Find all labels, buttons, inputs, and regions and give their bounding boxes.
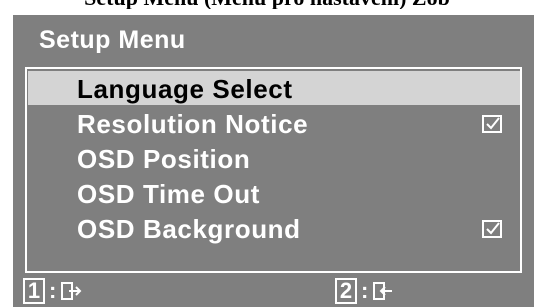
key-2-label: 2 — [335, 278, 357, 304]
osd-title: Setup Menu — [39, 26, 186, 54]
checkbox-icon[interactable] — [482, 220, 502, 238]
enter-icon — [373, 282, 393, 300]
menu-item-osd-background[interactable]: OSD Background — [28, 211, 520, 245]
osd-panel: Setup Menu Language Select Resolution No… — [13, 15, 534, 307]
menu-item-label: Resolution Notice — [77, 109, 309, 139]
footer-key-2[interactable]: 2 : — [335, 277, 394, 305]
key-separator: : — [361, 278, 369, 303]
document-header: Setup Menu (Menu pro nastavení) Zob — [0, 0, 534, 9]
menu-item-label: OSD Time Out — [77, 179, 260, 209]
menu-item-label: OSD Position — [77, 144, 251, 174]
key-separator: : — [49, 278, 57, 303]
menu-item-resolution-notice[interactable]: Resolution Notice — [28, 106, 520, 140]
checkbox-icon[interactable] — [482, 115, 502, 133]
menu-item-label: Language Select — [77, 74, 293, 104]
menu-item-label: OSD Background — [77, 214, 301, 244]
menu-list: Language Select Resolution Notice OSD Po… — [25, 67, 522, 273]
key-1-label: 1 — [23, 278, 45, 304]
menu-item-osd-position[interactable]: OSD Position — [28, 141, 520, 175]
menu-item-osd-time-out[interactable]: OSD Time Out — [28, 176, 520, 210]
menu-item-language-select[interactable]: Language Select — [28, 71, 520, 105]
footer-key-1[interactable]: 1 : — [23, 277, 82, 305]
exit-icon — [61, 282, 82, 300]
